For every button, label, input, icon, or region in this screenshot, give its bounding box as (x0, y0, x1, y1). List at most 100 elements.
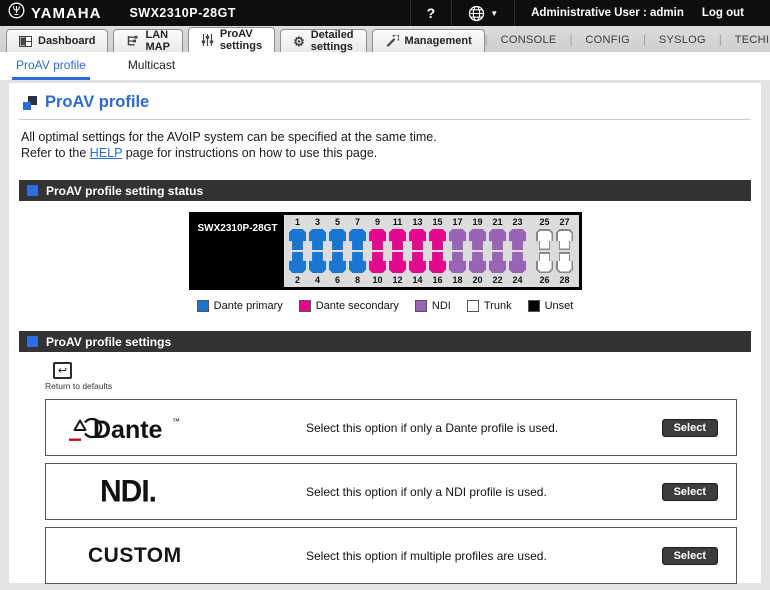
yamaha-logo-icon (8, 2, 25, 24)
port-status (469, 252, 486, 273)
port-column: 23 24 (508, 216, 528, 286)
tab-lan-map[interactable]: LAN MAP (113, 29, 183, 53)
port-column: 9 10 (368, 216, 388, 286)
console-link[interactable]: CONSOLE (488, 34, 570, 46)
sub-tab-bar: ProAV profile Multicast (0, 52, 770, 80)
legend-swatch (527, 300, 540, 312)
port-column: 78 (348, 216, 368, 286)
port-status (449, 229, 466, 250)
config-link[interactable]: CONFIG (572, 34, 643, 46)
return-to-defaults-button[interactable]: ↩ Return to defaults (45, 362, 112, 391)
lan-map-icon (126, 35, 139, 47)
port-column: 13 14 (408, 216, 428, 286)
port-status (409, 229, 426, 250)
legend-swatch (466, 300, 479, 312)
language-selector[interactable]: ▼ (468, 5, 498, 22)
port-number: 28 (559, 275, 570, 285)
tab-label: LAN MAP (145, 29, 170, 53)
wrench-icon (385, 34, 399, 48)
subtab-proav-profile[interactable]: ProAV profile (12, 58, 90, 80)
port-number: 9 (374, 217, 380, 227)
ndi-logo-text: NDI. (100, 473, 157, 509)
port-status (489, 229, 506, 250)
main-tabs: Dashboard LAN MAP ProAV settings ⚙ Detai… (6, 27, 485, 53)
port-column: 19 20 (468, 216, 488, 286)
port-legend: Dante primary Dante secondary NDI Trunk Unse… (19, 300, 751, 312)
tab-label: Dashboard (38, 35, 96, 47)
port-status (389, 229, 406, 250)
tab-dashboard[interactable]: Dashboard (6, 29, 109, 52)
sliders-icon (201, 34, 214, 46)
dante-select-button[interactable]: Select (661, 418, 718, 437)
content-card: ProAV profile All optimal settings for t… (9, 83, 761, 584)
status-section-title: ProAV profile setting status (46, 183, 204, 198)
port-status (289, 229, 306, 250)
legend-label: Dante primary (213, 300, 283, 312)
return-arrow-icon: ↩ (53, 362, 72, 379)
option-row-dante: Dante ™ Select this option if only a Dan… (45, 399, 737, 456)
port-status (309, 229, 326, 250)
globe-icon (469, 5, 485, 21)
gear-icon: ⚙ (293, 33, 305, 49)
port-status (556, 229, 573, 250)
tab-label: Detailed settings (310, 29, 354, 53)
port-number: 27 (559, 217, 570, 227)
tab-detailed-settings[interactable]: ⚙ Detailed settings (280, 29, 367, 53)
port-column: 21 22 (488, 216, 508, 286)
section-bullet-icon (27, 185, 38, 196)
port-number: 18 (452, 275, 463, 285)
port-status (389, 252, 406, 273)
tab-management[interactable]: Management (371, 29, 485, 52)
custom-logo: CUSTOM (46, 544, 306, 568)
status-section-header: ProAV profile setting status (19, 180, 751, 201)
port-status (536, 229, 553, 250)
legend-item: Unset (527, 300, 574, 312)
help-button[interactable]: ? (427, 5, 436, 21)
port-status (489, 252, 506, 273)
custom-option-description: Select this option if multiple profiles … (306, 548, 547, 563)
syslog-link[interactable]: SYSLOG (646, 34, 719, 46)
port-number: 19 (472, 217, 483, 227)
divider (19, 119, 751, 120)
page-title-icon (23, 95, 37, 110)
port-number: 23 (512, 217, 523, 227)
option-row-ndi: NDI. Select this option if only a NDI pr… (45, 463, 737, 520)
brand-area: YAMAHA SWX2310P-28GT (8, 2, 236, 24)
switch-model-label: SWX2310P-28GT (197, 223, 278, 234)
port-number: 16 (432, 275, 443, 285)
port-number: 2 (294, 275, 300, 285)
help-zone: ? (409, 0, 452, 26)
port-column: 15 16 (428, 216, 448, 286)
port-status (349, 229, 366, 250)
port-column: 56 (328, 216, 348, 286)
legend-item: Trunk (466, 300, 512, 312)
user-zone: Administrative User : admin Log out (514, 0, 760, 26)
top-right-area: ? ▼ Administrative User : admin Log out (409, 0, 760, 26)
legend-swatch (298, 300, 311, 312)
techinfo-link[interactable]: TECHINFO (722, 34, 770, 46)
legend-swatch (414, 300, 427, 312)
dante-option-description: Select this option if only a Dante profi… (306, 420, 559, 435)
port-column: 34 (308, 216, 328, 286)
port-status (349, 252, 366, 273)
ndi-select-button[interactable]: Select (661, 482, 718, 501)
legend-item: Dante primary (196, 300, 283, 312)
tab-proav-settings[interactable]: ProAV settings (187, 27, 276, 52)
ndi-logo: NDI. (46, 473, 306, 509)
content-frame: ProAV profile All optimal settings for t… (0, 80, 770, 590)
port-number: 12 (392, 275, 403, 285)
help-link[interactable]: HELP (90, 146, 122, 160)
dante-logo: Dante ™ (46, 411, 306, 445)
custom-select-button[interactable]: Select (661, 546, 718, 565)
legend-label: Unset (544, 300, 574, 312)
subtab-multicast[interactable]: Multicast (124, 58, 179, 80)
logged-in-user: Administrative User : admin (531, 7, 684, 19)
port-status (329, 252, 346, 273)
port-column: 12 (288, 216, 308, 286)
settings-section-title: ProAV profile settings (46, 334, 172, 349)
port-status (536, 252, 553, 273)
quick-links: | CONSOLE | CONFIG | SYSLOG | TECHINFO (485, 34, 770, 52)
page-title: ProAV profile (45, 93, 150, 111)
port-number: 3 (314, 217, 320, 227)
logout-link[interactable]: Log out (702, 7, 744, 19)
